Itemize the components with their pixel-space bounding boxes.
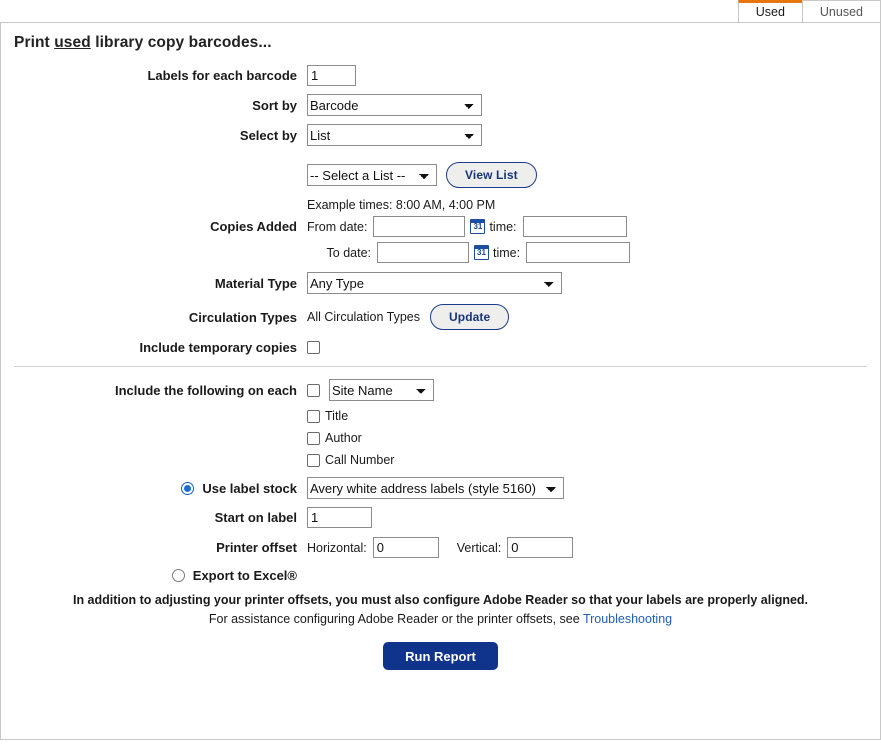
to-date-input[interactable] (377, 242, 469, 263)
labels-per-barcode-input[interactable] (307, 65, 356, 86)
page-title-emphasis: used (54, 34, 91, 51)
from-date-label: From date: (307, 219, 368, 234)
row-printer-offset: Printer offset Horizontal: Vertical: (1, 537, 880, 558)
printer-offset-vertical-input[interactable] (507, 537, 574, 558)
author-checkbox[interactable] (307, 431, 320, 445)
from-date-input[interactable] (373, 216, 466, 237)
start-on-label-label: Start on label (214, 510, 297, 525)
note-line-1: In addition to adjusting your printer of… (72, 593, 809, 607)
note-line-2-prefix: For assistance configuring Adobe Reader … (208, 612, 583, 626)
example-times-text: Example times: 8:00 AM, 4:00 PM (307, 198, 496, 212)
to-date-label: To date: (326, 245, 371, 260)
use-label-stock-label: Use label stock (202, 480, 297, 496)
use-label-stock-label-group: Use label stock (1, 481, 307, 496)
copies-added-label: Copies Added (210, 219, 297, 234)
title-checkbox-label: Title (325, 409, 349, 423)
row-material-type: Material Type Any Type (1, 272, 880, 294)
label-stock-select[interactable]: Avery white address labels (style 5160) (307, 477, 564, 499)
row-export-to-excel: Export to Excel® (1, 568, 880, 583)
printer-offset-label: Printer offset (216, 540, 297, 555)
row-copies-added-from: Copies Added From date: 31 time: (1, 216, 880, 237)
row-include-temporary-copies: Include temporary copies (1, 340, 880, 355)
use-label-stock-radio[interactable] (181, 481, 195, 495)
page-title-suffix: library copy barcodes... (90, 34, 272, 51)
row-example-times: Example times: 8:00 AM, 4:00 PM (1, 198, 880, 212)
circulation-types-value: All Circulation Types (307, 310, 421, 324)
row-start-on-label: Start on label (1, 507, 880, 528)
row-use-label-stock: Use label stock Avery white address labe… (1, 477, 880, 499)
row-labels-per-barcode: Labels for each barcode (1, 65, 880, 86)
circulation-types-label: Circulation Types (188, 309, 297, 325)
printer-offset-horizontal-label: Horizontal: (307, 540, 367, 555)
printer-offset-horizontal-input[interactable] (372, 537, 439, 558)
row-list-picker: -- Select a List -- View List (1, 162, 880, 188)
report-setup-page: Used Unused Print used library copy barc… (0, 0, 881, 749)
calendar-icon-day: 31 (473, 222, 483, 231)
run-report-container: Run Report (1, 642, 880, 670)
labels-per-barcode-label: Labels for each barcode (147, 68, 297, 83)
row-include-title: Title (1, 409, 880, 423)
material-type-label: Material Type (214, 275, 297, 291)
sort-by-select[interactable]: Barcode (307, 94, 482, 116)
start-on-label-input[interactable] (307, 507, 372, 528)
tab-unused[interactable]: Unused (801, 0, 881, 23)
note-line-2: For assistance configuring Adobe Reader … (1, 612, 880, 626)
sort-by-label: Sort by (252, 97, 297, 113)
export-to-excel-radio[interactable] (171, 569, 185, 582)
row-select-by: Select by List (1, 124, 880, 146)
notes-block: In addition to adjusting your printer of… (1, 593, 880, 626)
printer-offset-vertical-label: Vertical: (456, 540, 502, 555)
tab-used[interactable]: Used (737, 0, 803, 23)
site-name-checkbox[interactable] (307, 383, 320, 397)
calendar-icon-to[interactable]: 31 (474, 245, 489, 260)
calendar-icon-from[interactable]: 31 (470, 219, 486, 234)
row-include-on-each: Include the following on each Site Name (1, 379, 880, 401)
page-title: Print used library copy barcodes... (1, 23, 880, 52)
report-form: Labels for each barcode Sort by Barcode … (1, 52, 880, 670)
call-number-checkbox[interactable] (307, 453, 320, 467)
include-temporary-copies-checkbox[interactable] (307, 341, 320, 354)
list-select[interactable]: -- Select a List -- (307, 164, 437, 186)
troubleshooting-link[interactable]: Troubleshooting (583, 612, 672, 626)
call-number-checkbox-label: Call Number (325, 453, 395, 467)
tab-bar: Used Unused (0, 0, 881, 23)
view-list-button[interactable]: View List (446, 162, 537, 188)
row-circulation-types: Circulation Types All Circulation Types … (1, 304, 880, 330)
title-checkbox[interactable] (307, 409, 320, 423)
main-panel: Print used library copy barcodes... Labe… (0, 22, 881, 740)
row-include-call-number: Call Number (1, 453, 880, 467)
author-checkbox-label: Author (325, 431, 362, 445)
row-sort-by: Sort by Barcode (1, 94, 880, 116)
section-divider (14, 366, 867, 367)
include-on-each-label: Include the following on each (114, 382, 297, 398)
export-to-excel-label: Export to Excel® (192, 568, 297, 583)
to-time-input[interactable] (526, 242, 631, 263)
select-by-select[interactable]: List (307, 124, 482, 146)
from-time-input[interactable] (522, 216, 627, 237)
site-name-select[interactable]: Site Name (329, 379, 434, 401)
row-include-author: Author (1, 431, 880, 445)
run-report-button[interactable]: Run Report (383, 642, 498, 670)
update-circulation-types-button[interactable]: Update (430, 304, 510, 330)
export-to-excel-group: Export to Excel® (1, 568, 307, 583)
page-title-prefix: Print (14, 34, 55, 51)
row-copies-added-to: To date: 31 time: (1, 242, 880, 263)
select-by-label: Select by (239, 127, 297, 143)
from-time-label: time: (489, 219, 517, 234)
calendar-icon-day: 31 (477, 248, 486, 257)
include-temporary-copies-label: Include temporary copies (139, 340, 298, 355)
to-time-label: time: (493, 245, 521, 260)
material-type-select[interactable]: Any Type (307, 272, 562, 294)
